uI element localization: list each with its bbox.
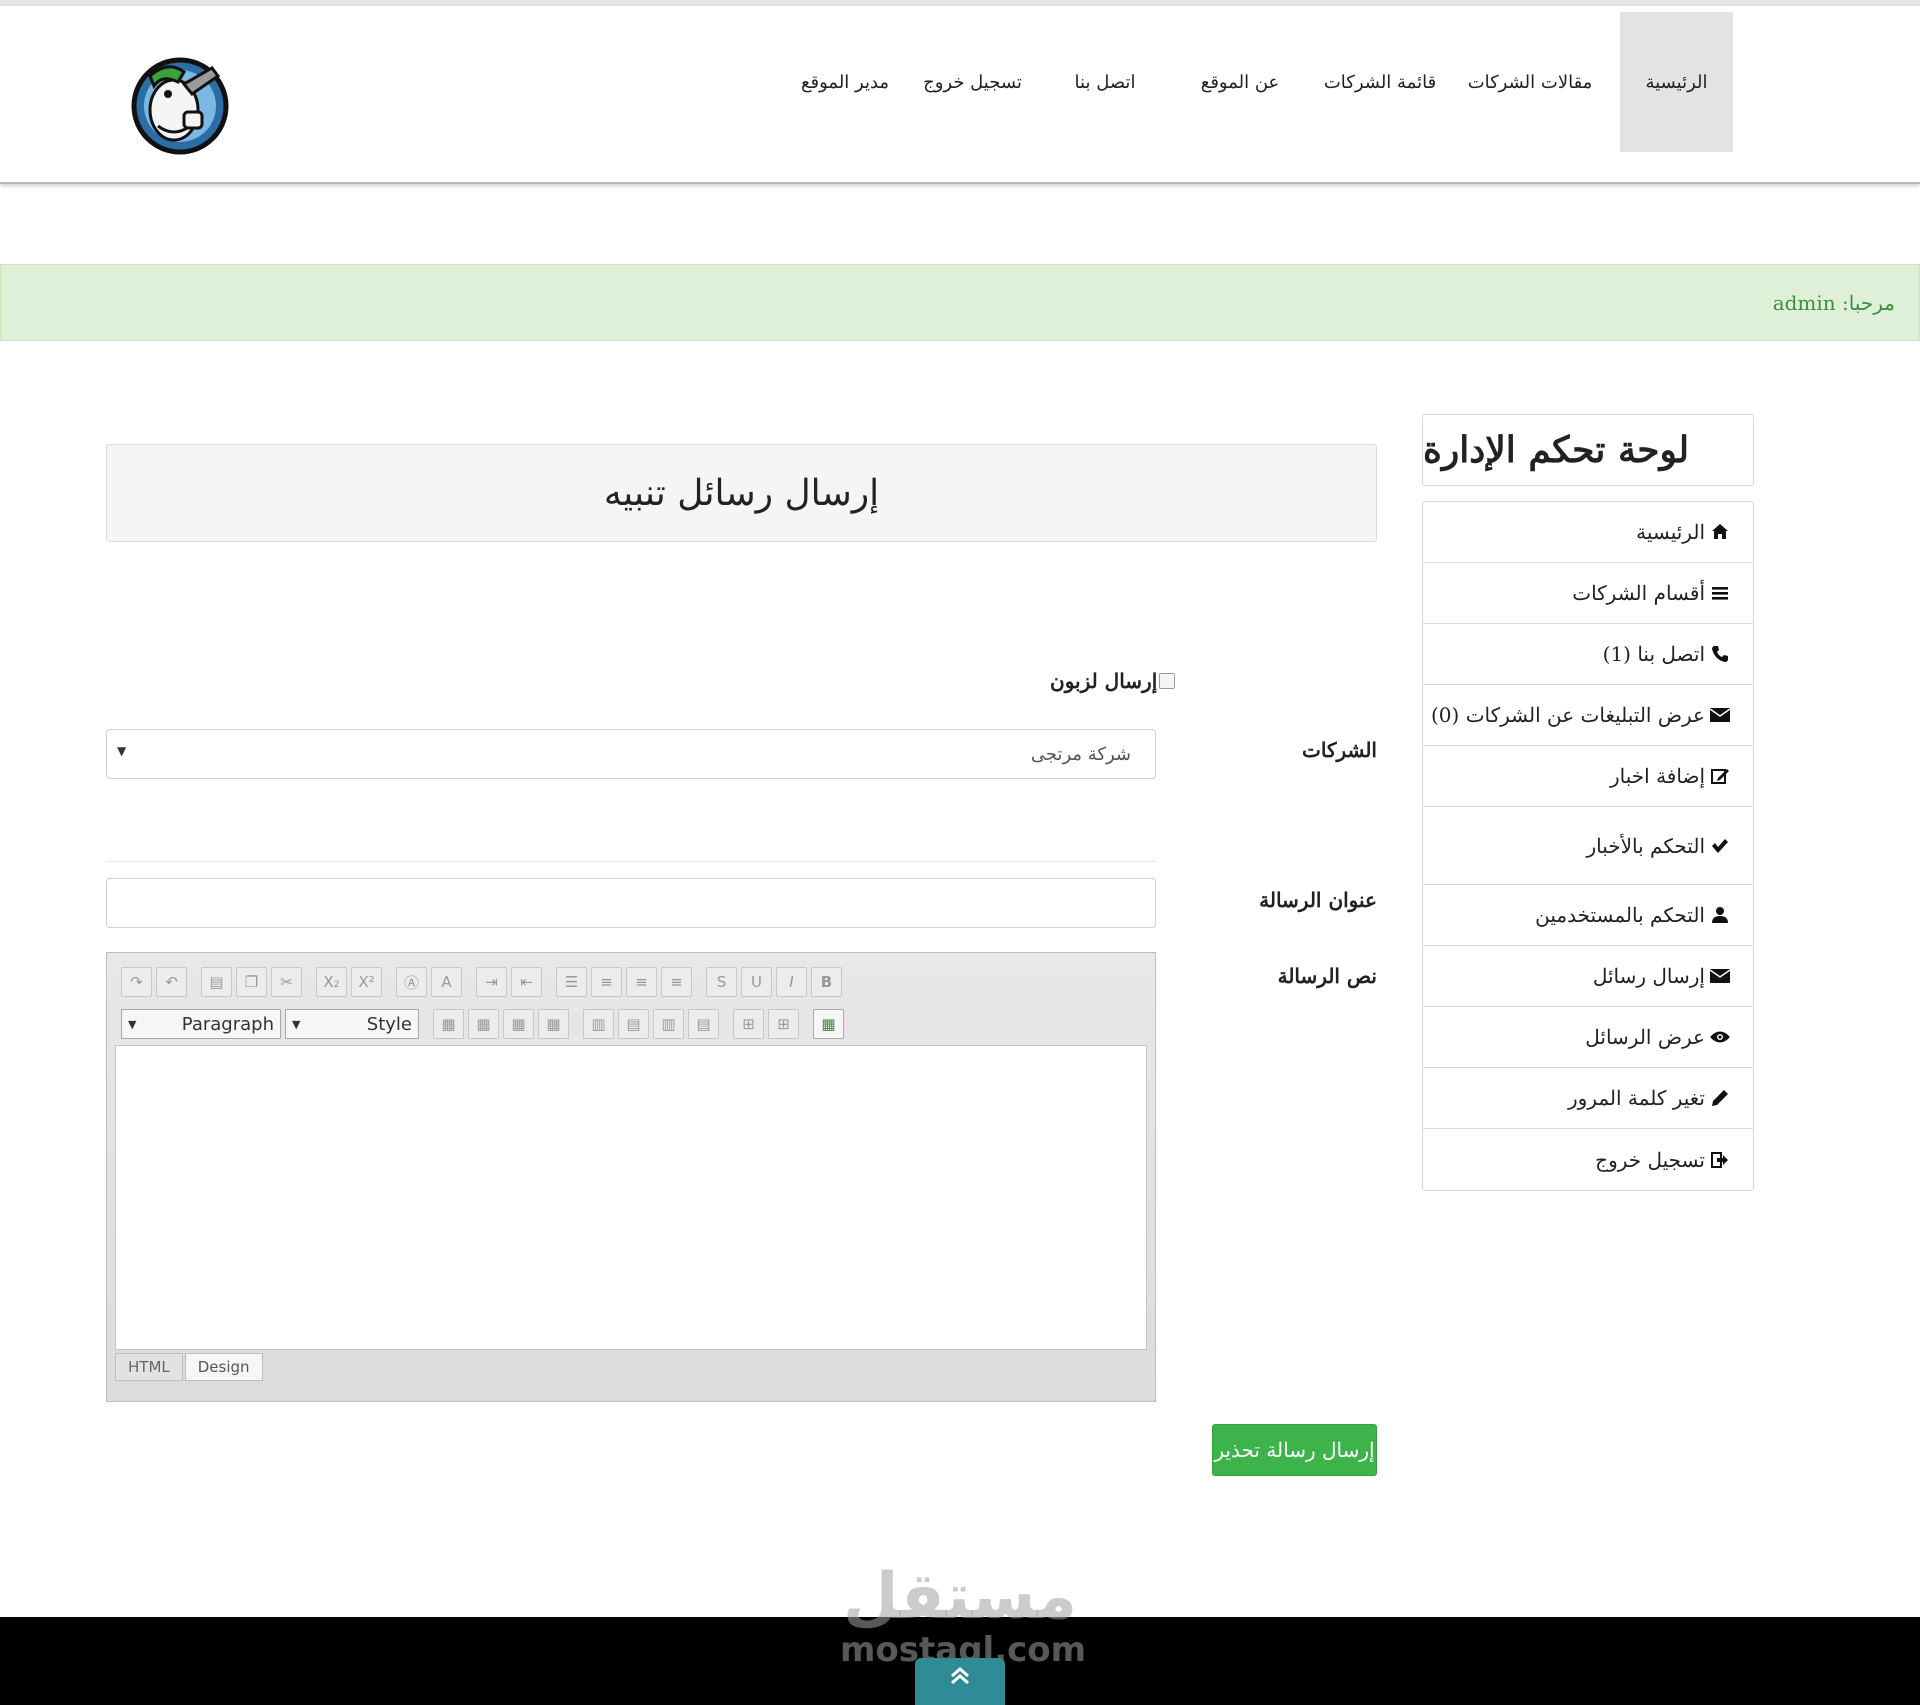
style-select[interactable]: ▼ Style xyxy=(285,1009,419,1039)
split-cells-icon[interactable]: ⊞ xyxy=(768,1009,799,1039)
chevron-down-icon: ▼ xyxy=(292,1017,301,1031)
subject-input[interactable] xyxy=(106,878,1156,928)
cell-props-icon[interactable]: ▦ xyxy=(468,1009,499,1039)
row-props-icon[interactable]: ▦ xyxy=(503,1009,534,1039)
align-justify-icon[interactable]: ☰ xyxy=(556,967,587,997)
site-logo-icon[interactable] xyxy=(128,54,232,158)
nav-site-admin[interactable]: مدير الموقع xyxy=(790,12,900,152)
chevron-down-icon: ▼ xyxy=(117,744,127,758)
rich-text-editor: ↷ ↶ ▤ ❐ ✂ X₂ X² Ⓐ A ⇥ ⇤ ☰ ≡ ≡ ≡ S U I B xyxy=(106,952,1156,1402)
sidebar-item-logout[interactable]: تسجيل خروج xyxy=(1423,1129,1753,1190)
editor-toolbar-row-2: ▼ Paragraph ▼ Style ▦ ▦ ▦ ▦ ▥ ▤ ▥ ▤ ⊞ ⊞ … xyxy=(121,1007,844,1041)
align-right-icon[interactable]: ≡ xyxy=(591,967,622,997)
tab-design[interactable]: Design xyxy=(184,1353,263,1381)
list-icon xyxy=(1709,582,1731,604)
indent-icon[interactable]: ⇥ xyxy=(476,967,507,997)
sidebar-item-home[interactable]: الرئيسية xyxy=(1423,502,1753,563)
sidebar-title: لوحة تحكم الإدارة xyxy=(1422,414,1754,486)
font-color-icon[interactable]: A xyxy=(431,967,462,997)
subscript-icon[interactable]: X₂ xyxy=(316,967,347,997)
redo-icon[interactable]: ↷ xyxy=(121,967,152,997)
sidebar-item-change-password[interactable]: تغير كلمة المرور xyxy=(1423,1068,1753,1129)
merge-cells-icon[interactable]: ⊞ xyxy=(733,1009,764,1039)
insert-table-icon[interactable]: ▦ xyxy=(813,1009,844,1039)
nav-company-list[interactable]: قائمة الشركات xyxy=(1310,12,1450,152)
undo-icon[interactable]: ↶ xyxy=(156,967,187,997)
paragraph-select[interactable]: ▼ Paragraph xyxy=(121,1009,281,1039)
nav-home[interactable]: الرئيسية xyxy=(1620,12,1733,152)
copy-icon[interactable]: ❐ xyxy=(236,967,267,997)
sidebar-item-company-sections[interactable]: أقسام الشركات xyxy=(1423,563,1753,624)
tab-html[interactable]: HTML xyxy=(115,1353,183,1381)
eye-icon xyxy=(1709,1026,1731,1048)
sidebar-item-contact[interactable]: اتصل بنا (1) xyxy=(1423,624,1753,685)
table-props-icon[interactable]: ▦ xyxy=(433,1009,464,1039)
sidebar-item-manage-news[interactable]: التحكم بالأخبار xyxy=(1423,807,1753,885)
companies-label: الشركات xyxy=(1302,738,1377,762)
page-title: إرسال رسائل تنبيه xyxy=(106,444,1377,542)
chevron-up-icon xyxy=(949,1666,971,1690)
envelope-icon xyxy=(1709,965,1731,987)
scroll-to-top-button[interactable] xyxy=(915,1658,1005,1705)
underline-icon[interactable]: U xyxy=(741,967,772,997)
home-icon xyxy=(1709,521,1731,543)
welcome-alert: مرحبا: admin xyxy=(0,264,1920,341)
check-icon xyxy=(1709,835,1731,857)
delete-column-icon[interactable]: ▥ xyxy=(653,1009,684,1039)
align-center-icon[interactable]: ≡ xyxy=(626,967,657,997)
top-navbar: الرئيسية مقالات الشركات قائمة الشركات عن… xyxy=(0,6,1920,184)
pencil-icon xyxy=(1709,1087,1731,1109)
align-left-icon[interactable]: ≡ xyxy=(661,967,692,997)
nav-company-articles[interactable]: مقالات الشركات xyxy=(1460,12,1600,152)
body-label: نص الرسالة xyxy=(1277,964,1377,988)
send-to-customer-checkbox[interactable] xyxy=(1159,673,1176,689)
user-icon xyxy=(1709,904,1731,926)
insert-column-icon[interactable]: ▥ xyxy=(583,1009,614,1039)
sign-out-icon xyxy=(1709,1149,1731,1171)
editor-design-area[interactable] xyxy=(115,1045,1147,1350)
phone-icon xyxy=(1709,643,1731,665)
superscript-icon[interactable]: X² xyxy=(351,967,382,997)
sidebar-menu: الرئيسية أقسام الشركات اتصل بنا (1) عرض … xyxy=(1422,501,1754,1191)
sidebar-item-send-messages[interactable]: إرسال رسائل xyxy=(1423,946,1753,1007)
paste-icon[interactable]: ▤ xyxy=(201,967,232,997)
editor-toolbar-row-1: ↷ ↶ ▤ ❐ ✂ X₂ X² Ⓐ A ⇥ ⇤ ☰ ≡ ≡ ≡ S U I B xyxy=(121,965,842,999)
send-warning-button[interactable]: إرسال رسالة تحذير xyxy=(1212,1424,1377,1476)
cut-icon[interactable]: ✂ xyxy=(271,967,302,997)
bold-icon[interactable]: B xyxy=(811,967,842,997)
editor-mode-tabs: HTML Design xyxy=(115,1353,263,1383)
nav-about[interactable]: عن الموقع xyxy=(1180,12,1300,152)
insert-row-icon[interactable]: ▤ xyxy=(618,1009,649,1039)
form-divider xyxy=(106,861,1156,862)
delete-row-icon[interactable]: ▤ xyxy=(688,1009,719,1039)
sidebar-item-view-messages[interactable]: عرض الرسائل xyxy=(1423,1007,1753,1068)
sidebar-item-manage-users[interactable]: التحكم بالمستخدمين xyxy=(1423,885,1753,946)
column-props-icon[interactable]: ▦ xyxy=(538,1009,569,1039)
sidebar-item-add-news[interactable]: إضافة اخبار xyxy=(1423,746,1753,807)
italic-icon[interactable]: I xyxy=(776,967,807,997)
companies-selected-value: شركة مرتجى xyxy=(1030,744,1131,765)
sidebar-item-company-reports[interactable]: عرض التبليغات عن الشركات (0) xyxy=(1423,685,1753,746)
send-to-customer-label: إرسال لزبون xyxy=(1050,669,1158,693)
mostaql-watermark: مستقل mostaql.com xyxy=(840,1560,1087,1670)
chevron-down-icon: ▼ xyxy=(128,1017,137,1031)
strikethrough-icon[interactable]: S xyxy=(706,967,737,997)
companies-select[interactable]: شركة مرتجى ▼ xyxy=(106,729,1156,779)
subject-label: عنوان الرسالة xyxy=(1259,888,1377,912)
outdent-icon[interactable]: ⇤ xyxy=(511,967,542,997)
nav-contact[interactable]: اتصل بنا xyxy=(1050,12,1160,152)
send-to-customer-option[interactable]: إرسال لزبون xyxy=(1050,666,1176,696)
nav-logout[interactable]: تسجيل خروج xyxy=(915,12,1030,152)
background-color-icon[interactable]: Ⓐ xyxy=(396,967,427,997)
envelope-icon xyxy=(1709,704,1731,726)
welcome-text: مرحبا: admin xyxy=(1772,290,1895,315)
edit-icon xyxy=(1709,765,1731,787)
